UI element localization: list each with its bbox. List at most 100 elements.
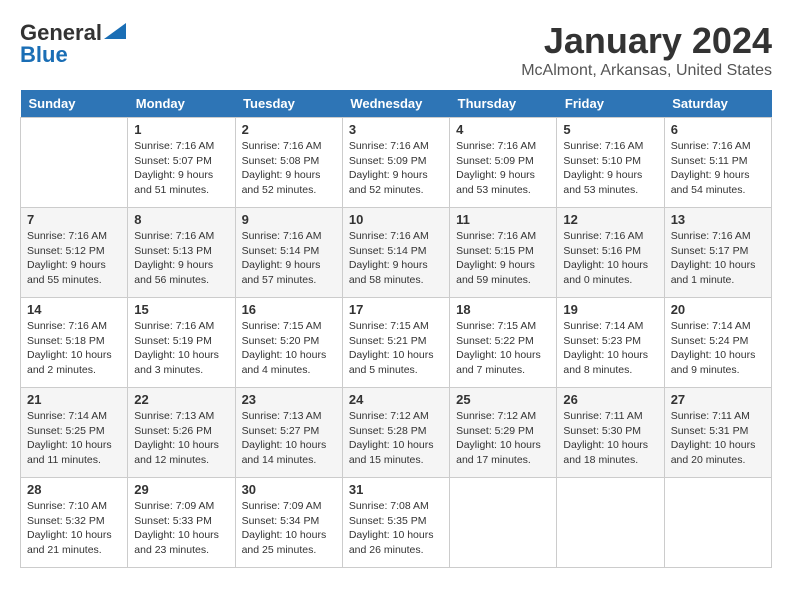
sunset-text: Sunset: 5:23 PM (563, 335, 641, 347)
day-number: 7 (27, 212, 121, 227)
day-info: Sunrise: 7:16 AM Sunset: 5:09 PM Dayligh… (456, 139, 550, 198)
sunrise-text: Sunrise: 7:16 AM (349, 230, 429, 242)
sunset-text: Sunset: 5:20 PM (242, 335, 320, 347)
sunset-text: Sunset: 5:10 PM (563, 155, 641, 167)
daylight-text: Daylight: 9 hours and 53 minutes. (456, 169, 535, 196)
daylight-text: Daylight: 10 hours and 25 minutes. (242, 529, 327, 556)
daylight-text: Daylight: 9 hours and 53 minutes. (563, 169, 642, 196)
day-number: 18 (456, 302, 550, 317)
sunrise-text: Sunrise: 7:16 AM (134, 140, 214, 152)
sunset-text: Sunset: 5:29 PM (456, 425, 534, 437)
daylight-text: Daylight: 10 hours and 9 minutes. (671, 349, 756, 376)
sunrise-text: Sunrise: 7:16 AM (671, 140, 751, 152)
sunrise-text: Sunrise: 7:16 AM (242, 140, 322, 152)
logo-blue: Blue (20, 42, 68, 68)
day-number: 28 (27, 482, 121, 497)
day-info: Sunrise: 7:12 AM Sunset: 5:28 PM Dayligh… (349, 409, 443, 468)
calendar-cell: 29 Sunrise: 7:09 AM Sunset: 5:33 PM Dayl… (128, 478, 235, 568)
day-number: 12 (563, 212, 657, 227)
daylight-text: Daylight: 10 hours and 15 minutes. (349, 439, 434, 466)
sunrise-text: Sunrise: 7:14 AM (671, 320, 751, 332)
calendar-cell: 11 Sunrise: 7:16 AM Sunset: 5:15 PM Dayl… (450, 208, 557, 298)
logo: General Blue (20, 20, 126, 68)
daylight-text: Daylight: 9 hours and 52 minutes. (349, 169, 428, 196)
sunset-text: Sunset: 5:08 PM (242, 155, 320, 167)
sunset-text: Sunset: 5:09 PM (349, 155, 427, 167)
sunrise-text: Sunrise: 7:12 AM (456, 410, 536, 422)
calendar-cell: 25 Sunrise: 7:12 AM Sunset: 5:29 PM Dayl… (450, 388, 557, 478)
day-number: 25 (456, 392, 550, 407)
calendar-cell: 26 Sunrise: 7:11 AM Sunset: 5:30 PM Dayl… (557, 388, 664, 478)
header-wednesday: Wednesday (342, 90, 449, 118)
sunset-text: Sunset: 5:17 PM (671, 245, 749, 257)
daylight-text: Daylight: 10 hours and 4 minutes. (242, 349, 327, 376)
calendar-cell: 2 Sunrise: 7:16 AM Sunset: 5:08 PM Dayli… (235, 118, 342, 208)
calendar-week-row: 1 Sunrise: 7:16 AM Sunset: 5:07 PM Dayli… (21, 118, 772, 208)
sunrise-text: Sunrise: 7:16 AM (349, 140, 429, 152)
daylight-text: Daylight: 9 hours and 52 minutes. (242, 169, 321, 196)
calendar-cell: 16 Sunrise: 7:15 AM Sunset: 5:20 PM Dayl… (235, 298, 342, 388)
calendar-cell: 12 Sunrise: 7:16 AM Sunset: 5:16 PM Dayl… (557, 208, 664, 298)
daylight-text: Daylight: 10 hours and 18 minutes. (563, 439, 648, 466)
day-info: Sunrise: 7:11 AM Sunset: 5:30 PM Dayligh… (563, 409, 657, 468)
daylight-text: Daylight: 10 hours and 5 minutes. (349, 349, 434, 376)
day-info: Sunrise: 7:16 AM Sunset: 5:15 PM Dayligh… (456, 229, 550, 288)
sunrise-text: Sunrise: 7:16 AM (134, 320, 214, 332)
calendar-cell: 24 Sunrise: 7:12 AM Sunset: 5:28 PM Dayl… (342, 388, 449, 478)
sunset-text: Sunset: 5:25 PM (27, 425, 105, 437)
sunrise-text: Sunrise: 7:14 AM (27, 410, 107, 422)
sunset-text: Sunset: 5:14 PM (242, 245, 320, 257)
calendar-cell: 6 Sunrise: 7:16 AM Sunset: 5:11 PM Dayli… (664, 118, 771, 208)
day-number: 26 (563, 392, 657, 407)
sunrise-text: Sunrise: 7:09 AM (242, 500, 322, 512)
day-info: Sunrise: 7:10 AM Sunset: 5:32 PM Dayligh… (27, 499, 121, 558)
calendar-cell: 28 Sunrise: 7:10 AM Sunset: 5:32 PM Dayl… (21, 478, 128, 568)
sunset-text: Sunset: 5:22 PM (456, 335, 534, 347)
sunset-text: Sunset: 5:24 PM (671, 335, 749, 347)
calendar-cell: 8 Sunrise: 7:16 AM Sunset: 5:13 PM Dayli… (128, 208, 235, 298)
day-info: Sunrise: 7:16 AM Sunset: 5:13 PM Dayligh… (134, 229, 228, 288)
sunrise-text: Sunrise: 7:10 AM (27, 500, 107, 512)
daylight-text: Daylight: 10 hours and 2 minutes. (27, 349, 112, 376)
sunset-text: Sunset: 5:18 PM (27, 335, 105, 347)
calendar-cell: 18 Sunrise: 7:15 AM Sunset: 5:22 PM Dayl… (450, 298, 557, 388)
daylight-text: Daylight: 10 hours and 26 minutes. (349, 529, 434, 556)
day-info: Sunrise: 7:14 AM Sunset: 5:25 PM Dayligh… (27, 409, 121, 468)
calendar-cell (450, 478, 557, 568)
daylight-text: Daylight: 9 hours and 58 minutes. (349, 259, 428, 286)
calendar-cell (557, 478, 664, 568)
title-area: January 2024 McAlmont, Arkansas, United … (521, 20, 772, 80)
daylight-text: Daylight: 9 hours and 55 minutes. (27, 259, 106, 286)
day-number: 11 (456, 212, 550, 227)
day-info: Sunrise: 7:14 AM Sunset: 5:23 PM Dayligh… (563, 319, 657, 378)
day-number: 24 (349, 392, 443, 407)
calendar-cell: 4 Sunrise: 7:16 AM Sunset: 5:09 PM Dayli… (450, 118, 557, 208)
calendar-cell: 31 Sunrise: 7:08 AM Sunset: 5:35 PM Dayl… (342, 478, 449, 568)
sunset-text: Sunset: 5:35 PM (349, 515, 427, 527)
day-number: 29 (134, 482, 228, 497)
sunset-text: Sunset: 5:15 PM (456, 245, 534, 257)
calendar-cell: 30 Sunrise: 7:09 AM Sunset: 5:34 PM Dayl… (235, 478, 342, 568)
daylight-text: Daylight: 10 hours and 23 minutes. (134, 529, 219, 556)
calendar-cell: 20 Sunrise: 7:14 AM Sunset: 5:24 PM Dayl… (664, 298, 771, 388)
day-number: 14 (27, 302, 121, 317)
calendar-cell: 17 Sunrise: 7:15 AM Sunset: 5:21 PM Dayl… (342, 298, 449, 388)
sunrise-text: Sunrise: 7:16 AM (456, 230, 536, 242)
location-title: McAlmont, Arkansas, United States (521, 62, 772, 80)
sunset-text: Sunset: 5:11 PM (671, 155, 748, 167)
sunrise-text: Sunrise: 7:09 AM (134, 500, 214, 512)
header-monday: Monday (128, 90, 235, 118)
sunrise-text: Sunrise: 7:16 AM (563, 140, 643, 152)
calendar-cell: 3 Sunrise: 7:16 AM Sunset: 5:09 PM Dayli… (342, 118, 449, 208)
header: General Blue January 2024 McAlmont, Arka… (20, 20, 772, 80)
calendar-cell: 5 Sunrise: 7:16 AM Sunset: 5:10 PM Dayli… (557, 118, 664, 208)
calendar-cell: 10 Sunrise: 7:16 AM Sunset: 5:14 PM Dayl… (342, 208, 449, 298)
day-number: 8 (134, 212, 228, 227)
day-info: Sunrise: 7:09 AM Sunset: 5:33 PM Dayligh… (134, 499, 228, 558)
day-number: 30 (242, 482, 336, 497)
daylight-text: Daylight: 10 hours and 14 minutes. (242, 439, 327, 466)
sunrise-text: Sunrise: 7:12 AM (349, 410, 429, 422)
calendar-cell: 9 Sunrise: 7:16 AM Sunset: 5:14 PM Dayli… (235, 208, 342, 298)
sunset-text: Sunset: 5:26 PM (134, 425, 212, 437)
sunrise-text: Sunrise: 7:16 AM (242, 230, 322, 242)
